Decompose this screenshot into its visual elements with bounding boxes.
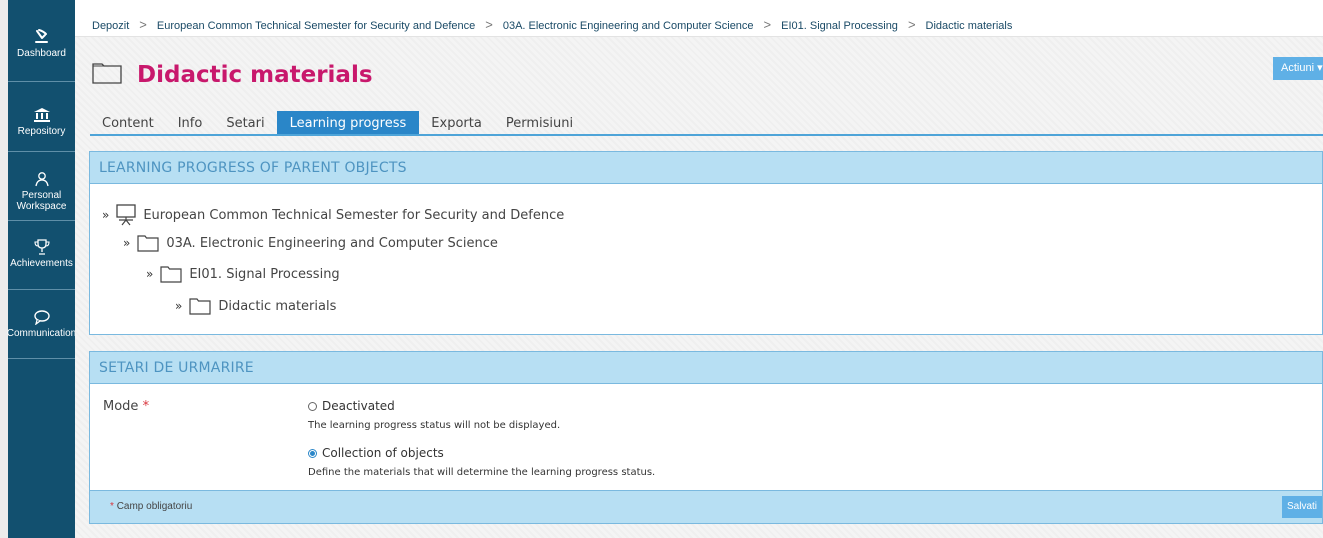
tab-settings[interactable]: Setari xyxy=(214,111,276,134)
tab-info[interactable]: Info xyxy=(166,111,215,134)
breadcrumb-item[interactable]: European Common Technical Semester for S… xyxy=(157,20,475,32)
option-label[interactable]: Collection of objects xyxy=(322,446,444,460)
mode-label-text: Mode xyxy=(103,399,139,414)
breadcrumb-item[interactable]: 03A. Electronic Engineering and Computer… xyxy=(503,20,754,32)
dashboard-icon xyxy=(34,26,50,48)
tab-content[interactable]: Content xyxy=(90,111,166,134)
sidebar-item-achievements[interactable]: Achievements xyxy=(8,221,75,290)
mode-label: Mode * xyxy=(103,399,149,414)
tab-learning-progress[interactable]: Learning progress xyxy=(276,111,420,134)
tree-item: » EI01. Signal Processing xyxy=(146,265,340,283)
breadcrumb-item[interactable]: Didactic materials xyxy=(926,20,1013,32)
sidebar-item-personal-workspace[interactable]: Personal Workspace xyxy=(8,152,75,221)
option-description: The learning progress status will not be… xyxy=(308,420,561,431)
tree-item: » European Common Technical Semester for… xyxy=(102,204,564,226)
sidebar: Dashboard Repository Personal Workspace … xyxy=(6,0,77,538)
chat-icon xyxy=(33,306,51,328)
tree-item-name[interactable]: EI01. Signal Processing xyxy=(189,267,339,282)
panel-title: Learning progress of parent objects xyxy=(90,152,1322,184)
breadcrumb-item[interactable]: EI01. Signal Processing xyxy=(781,20,898,32)
folder-icon xyxy=(160,265,182,283)
course-board-icon xyxy=(116,204,136,226)
breadcrumb-item[interactable]: Depozit xyxy=(92,20,129,32)
required-mark: * xyxy=(142,399,150,414)
sidebar-item-dashboard[interactable]: Dashboard xyxy=(8,0,75,82)
mode-option-deactivated: Deactivated The learning progress status… xyxy=(308,399,560,431)
tree-item: » Didactic materials xyxy=(175,297,336,315)
actions-button[interactable]: Actiuni ▾ xyxy=(1273,57,1323,80)
trophy-icon xyxy=(33,236,50,258)
chevron-right-icon: > xyxy=(907,17,916,32)
sidebar-item-label: Communication xyxy=(6,328,77,339)
save-button[interactable]: Salvati xyxy=(1282,496,1322,518)
folder-icon xyxy=(137,234,159,252)
radio-deactivated[interactable]: Deactivated xyxy=(308,399,560,413)
tracking-settings-panel: Setari de urmarire Mode * Deactivated Th… xyxy=(89,351,1323,524)
page-header: Didactic materials xyxy=(92,60,373,89)
parent-progress-panel: Learning progress of parent objects » Eu… xyxy=(89,151,1323,335)
tree-item-name[interactable]: European Common Technical Semester for S… xyxy=(143,208,564,223)
chevron-right-icon: > xyxy=(763,17,772,32)
required-note: * Camp obligatoriu xyxy=(110,501,192,512)
tree-marker: » xyxy=(123,236,131,250)
folder-icon xyxy=(92,60,137,89)
sidebar-item-repository[interactable]: Repository xyxy=(8,82,75,152)
sidebar-item-label: Achievements xyxy=(10,258,73,269)
chevron-right-icon: > xyxy=(485,17,493,32)
sidebar-item-label: Repository xyxy=(17,126,66,137)
form-footer: * Camp obligatoriu Salvati xyxy=(90,490,1322,523)
sidebar-item-communication[interactable]: Communication xyxy=(6,290,77,359)
radio-button[interactable] xyxy=(308,448,317,458)
tree-item-name[interactable]: 03A. Electronic Engineering and Computer… xyxy=(166,236,498,251)
tree-item: » 03A. Electronic Engineering and Comput… xyxy=(123,234,498,252)
person-icon xyxy=(34,168,50,190)
tab-permissions[interactable]: Permisiuni xyxy=(494,111,585,134)
radio-collection-of-objects[interactable]: Collection of objects xyxy=(308,446,655,460)
main-content: Depozit > European Common Technical Semest… xyxy=(75,0,1323,538)
page-title: Didactic materials xyxy=(137,61,373,88)
bank-icon xyxy=(33,104,51,126)
mode-option-collection: Collection of objects Define the materia… xyxy=(308,446,655,478)
sidebar-item-label: Dashboard xyxy=(17,48,66,59)
tab-export[interactable]: Exporta xyxy=(419,111,494,134)
tree-marker: » xyxy=(175,299,183,313)
tree-marker: » xyxy=(102,208,110,222)
option-label[interactable]: Deactivated xyxy=(322,399,395,413)
folder-icon xyxy=(189,297,211,315)
breadcrumb: Depozit > European Common Technical Semest… xyxy=(75,0,1323,37)
chevron-right-icon: > xyxy=(139,17,147,32)
panel-title: Setari de urmarire xyxy=(90,352,1322,384)
sidebar-item-label: Personal Workspace xyxy=(16,190,67,212)
tab-bar: Content Info Setari Learning progress Ex… xyxy=(90,111,1323,136)
required-note-text: Camp obligatoriu xyxy=(116,501,193,512)
radio-button[interactable] xyxy=(308,401,317,411)
tree-marker: » xyxy=(146,267,154,281)
tree-item-name: Didactic materials xyxy=(218,298,337,314)
option-description: Define the materials that will determine… xyxy=(308,467,656,478)
required-mark: * xyxy=(110,501,114,512)
